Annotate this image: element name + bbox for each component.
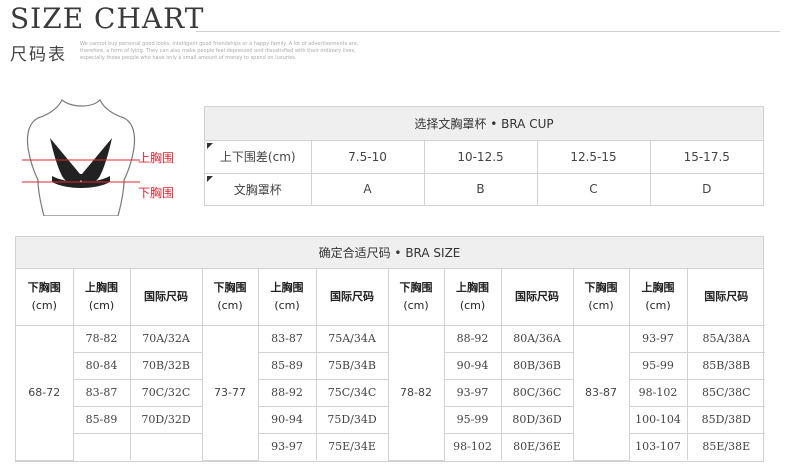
bra-cup-grid: 上下围差(cm) 7.5-10 10-12.5 12.5-15 15-17.5 … (205, 141, 763, 205)
upper-bust-value: 103-107 (629, 433, 688, 460)
upper-bust-value: 98-102 (444, 433, 502, 460)
header-note: We cannot buy personal good looks, intel… (80, 41, 359, 61)
header-upper-bust: 上胸围 (cm) (444, 269, 502, 326)
header-intl-size: 国际尺码 (130, 269, 203, 326)
intl-size-value: 80E/36E (501, 433, 574, 460)
cup-diff-value: 10-12.5 (424, 141, 538, 174)
corner-marker-icon (207, 143, 213, 149)
cup-diff-row: 上下围差(cm) 7.5-10 10-12.5 12.5-15 15-17.5 (205, 141, 763, 174)
upper-bust-label: 上胸围 (138, 150, 174, 165)
cup-diff-label: 上下围差(cm) (219, 150, 296, 165)
intl-size-value: 75D/34D (316, 406, 389, 434)
intl-size-value: 80A/36A (501, 325, 574, 353)
upper-bust-value: 98-102 (629, 379, 688, 407)
intl-size-value: 70D/32D (130, 406, 203, 434)
intl-size-value: 85E/38E (702, 440, 751, 454)
header-upper-bust: 上胸围 (cm) (629, 269, 688, 326)
size-header-row: 下胸围 (cm) 上胸围 (cm) 国际尺码 下胸围 (cm) 上胸围 (cm) 国际尺… (16, 269, 765, 326)
bust-figure-icon: 上胸围 下胸围 (22, 98, 174, 216)
upper-bust-value: 93-97 (629, 325, 688, 353)
intl-size-value: 85D/38D (687, 406, 765, 434)
bra-size-table: 确定合适尺码 • BRA SIZE 下胸围 (cm) 上胸围 (cm) 国际尺码 下… (15, 236, 765, 462)
upper-bust-value: 85-89 (258, 352, 317, 380)
bra-cup-caption: 选择文胸罩杯 • BRA CUP (205, 107, 763, 141)
page-title: SIZE CHART (10, 2, 205, 35)
cup-diff-value: 7.5-10 (311, 141, 425, 174)
intl-size-value: 70B/32B (130, 352, 203, 380)
upper-bust-value: 88-92 (258, 379, 317, 407)
upper-bust-value: 85-89 (73, 406, 131, 434)
upper-bust-value: 88-92 (444, 325, 502, 353)
intl-size-value: 75B/34B (316, 352, 389, 380)
cup-letter-value: C (537, 173, 651, 205)
under-bust-range: 78-82 (388, 325, 445, 461)
header-under-bust: 下胸围 (cm) (202, 269, 259, 326)
intl-size-value: 75A/34A (316, 325, 389, 353)
intl-size-value: 80B/36B (501, 352, 574, 380)
intl-size-value: 85A/38A (687, 325, 765, 353)
cup-diff-value: 12.5-15 (537, 141, 651, 174)
header-upper-bust: 上胸围 (cm) (73, 269, 131, 326)
bra-size-caption: 确定合适尺码 • BRA SIZE (16, 237, 763, 269)
upper-bust-value: 95-99 (629, 352, 688, 380)
upper-bust-value: 93-97 (444, 379, 502, 407)
bra-size-grid: 下胸围 (cm) 上胸围 (cm) 国际尺码 下胸围 (cm) 上胸围 (cm) 国际尺… (16, 269, 765, 461)
under-bust-label: 下胸围 (138, 185, 174, 200)
upper-bust-value: 83-87 (73, 379, 131, 407)
cup-diff-value: 15-17.5 (650, 141, 763, 174)
header-under-bust: 下胸围 (cm) (573, 269, 630, 326)
header-upper-bust: 上胸围 (cm) (258, 269, 317, 326)
header-under-bust: 下胸围 (cm) (388, 269, 445, 326)
cup-diff-label-cell: 上下围差(cm) (205, 141, 312, 174)
intl-size-value: 85B/38B (687, 352, 765, 380)
upper-bust-value: 100-104 (629, 406, 688, 434)
under-bust-range: 73-77 (202, 325, 259, 461)
cup-letter-value: B (424, 173, 538, 205)
upper-bust-value: 90-94 (258, 406, 317, 434)
header-intl-size: 国际尺码 (687, 269, 765, 326)
upper-bust-value: 95-99 (444, 406, 502, 434)
intl-size-value: 80C/36C (501, 379, 574, 407)
cup-letter-label: 文胸罩杯 (233, 182, 282, 197)
header-divider (196, 31, 780, 32)
table-row: 68-72 78-82 70A/32A 73-77 83-87 75A/34A … (16, 325, 765, 461)
intl-size-value: 75E/34E (316, 433, 389, 460)
header-intl-size: 国际尺码 (316, 269, 389, 326)
page-subtitle: 尺码表 (10, 45, 67, 65)
intl-size-value: 85C/38C (687, 379, 765, 407)
header-under-bust: 下胸围 (cm) (16, 269, 74, 326)
under-bust-range: 68-72 (16, 325, 74, 461)
upper-bust-value: 80-84 (73, 352, 131, 380)
upper-bust-value: 78-82 (73, 325, 131, 353)
intl-size-value: 70C/32C (130, 379, 203, 407)
bust-measurement-illustration: 上胸围 下胸围 (22, 98, 192, 216)
intl-size-value (130, 433, 203, 460)
upper-bust-value (73, 433, 131, 460)
under-bust-range: 83-87 (573, 325, 630, 461)
cup-letter-value: A (311, 173, 425, 205)
upper-bust-value: 90-94 (444, 352, 502, 380)
header-intl-size: 国际尺码 (501, 269, 574, 326)
corner-marker-icon (207, 175, 213, 182)
cup-letter-label-cell: 文胸罩杯 (205, 173, 312, 205)
upper-bust-value: 83-87 (258, 325, 317, 353)
cup-letter-row: 文胸罩杯 A B C D (205, 173, 763, 205)
cup-letter-value: D (702, 182, 712, 197)
intl-size-value: 75C/34C (316, 379, 389, 407)
upper-bust-value: 93-97 (258, 433, 317, 460)
bra-cup-table: 选择文胸罩杯 • BRA CUP 上下围差(cm) 7.5-10 10-12.5… (204, 106, 764, 206)
intl-size-value: 80D/36D (501, 406, 574, 434)
intl-size-value: 70A/32A (130, 325, 203, 353)
